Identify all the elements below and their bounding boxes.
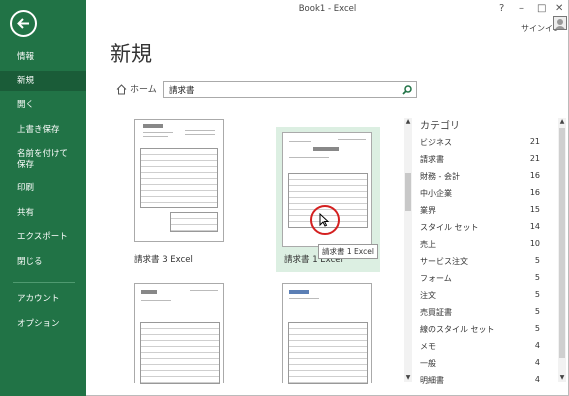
category-item[interactable]: ビジネス 21 [420,137,540,154]
tooltip: 請求書 1 Excel [318,244,378,259]
category-item[interactable]: 業界 15 [420,205,540,222]
back-button[interactable] [10,10,37,37]
nav-divider [13,282,75,283]
doc-line [289,157,329,158]
doc-line [143,136,168,137]
home-link[interactable]: ホーム [116,82,157,95]
category-item[interactable]: 一般 4 [420,358,540,375]
template-name-1[interactable]: 請求書 3 Excel [134,253,193,265]
scroll-up-icon[interactable]: ▲ [404,118,412,126]
help-button[interactable]: ? [499,3,504,14]
doc-line [338,139,366,140]
template-thumbnail-1[interactable] [134,119,224,242]
nav-account[interactable]: アカウント [0,294,86,305]
nav-print[interactable]: 印刷 [0,183,86,194]
doc-line [141,300,171,301]
category-item[interactable]: 売買証書 5 [420,307,540,324]
search-value: 請求書 [169,86,195,96]
scrollbar-thumb[interactable] [405,173,411,211]
window-title: Book1 - Excel [298,4,357,14]
doc-title-bar [289,290,309,294]
nav-export[interactable]: エクスポート [0,232,86,243]
category-item[interactable]: スタイル セット 14 [420,222,540,239]
doc-table [140,322,220,384]
main-panel: Book1 - Excel ? – □ ✕ サインイン 新規 ホーム 請求書 請… [86,0,569,396]
back-arrow-icon [17,18,29,29]
category-item[interactable]: 請求書 21 [420,154,540,171]
category-title: カテゴリ [420,121,460,132]
nav-new[interactable]: 新規 [0,71,86,91]
doc-line [289,298,319,299]
nav-save-as[interactable]: 名前を付けて 保存 [0,149,86,171]
backstage-sidebar: 情報 新規 開く 上書き保存 名前を付けて 保存 印刷 共有 エクスポート 閉じ… [0,0,86,396]
nav-info[interactable]: 情報 [0,52,86,63]
minimize-button[interactable]: – [519,3,524,14]
nav-share[interactable]: 共有 [0,208,86,219]
doc-line [190,290,218,291]
nav-save[interactable]: 上書き保存 [0,125,86,136]
category-item[interactable]: 線のスタイル セット 5 [420,324,540,341]
doc-title-bar [143,124,163,128]
category-item[interactable]: 中小企業 16 [420,188,540,205]
scrollbar-thumb[interactable] [559,128,565,358]
category-item[interactable]: 財務 - 会計 16 [420,171,540,188]
category-scrollbar[interactable]: ▲ ▼ [558,118,566,382]
category-item[interactable]: フォーム 5 [420,273,540,290]
doc-line [185,134,215,135]
category-item[interactable]: 注文 5 [420,290,540,307]
template-thumbnail-4[interactable] [282,283,372,384]
scroll-down-icon[interactable]: ▼ [404,374,412,382]
close-button[interactable]: ✕ [555,3,563,14]
doc-table [140,148,218,208]
home-icon [116,84,127,95]
doc-total-table [170,212,218,232]
category-item[interactable]: 明細書 4 [420,375,540,392]
doc-line [143,132,173,133]
nav-close[interactable]: 閉じる [0,257,86,268]
search-icon[interactable] [402,85,412,95]
home-label: ホーム [130,85,157,95]
scroll-down-icon[interactable]: ▼ [558,374,566,382]
doc-line [185,130,215,131]
scroll-up-icon[interactable]: ▲ [558,118,566,126]
nav-options[interactable]: オプション [0,319,86,330]
search-input[interactable]: 請求書 [163,81,417,98]
category-item[interactable]: 売上 10 [420,239,540,256]
category-item[interactable]: メモ 4 [420,341,540,358]
doc-table [288,322,368,384]
doc-line [289,141,311,142]
doc-title-bar [141,290,157,294]
avatar[interactable] [553,16,567,30]
nav-open[interactable]: 開く [0,100,86,111]
restore-button[interactable]: □ [537,3,546,14]
mouse-cursor-icon [319,213,329,227]
template-thumbnail-3[interactable] [134,283,224,384]
category-item[interactable]: サービス注文 5 [420,256,540,273]
templates-scrollbar[interactable]: ▲ ▼ [404,118,412,382]
page-title: 新規 [110,42,152,66]
doc-title-bar [313,147,339,151]
